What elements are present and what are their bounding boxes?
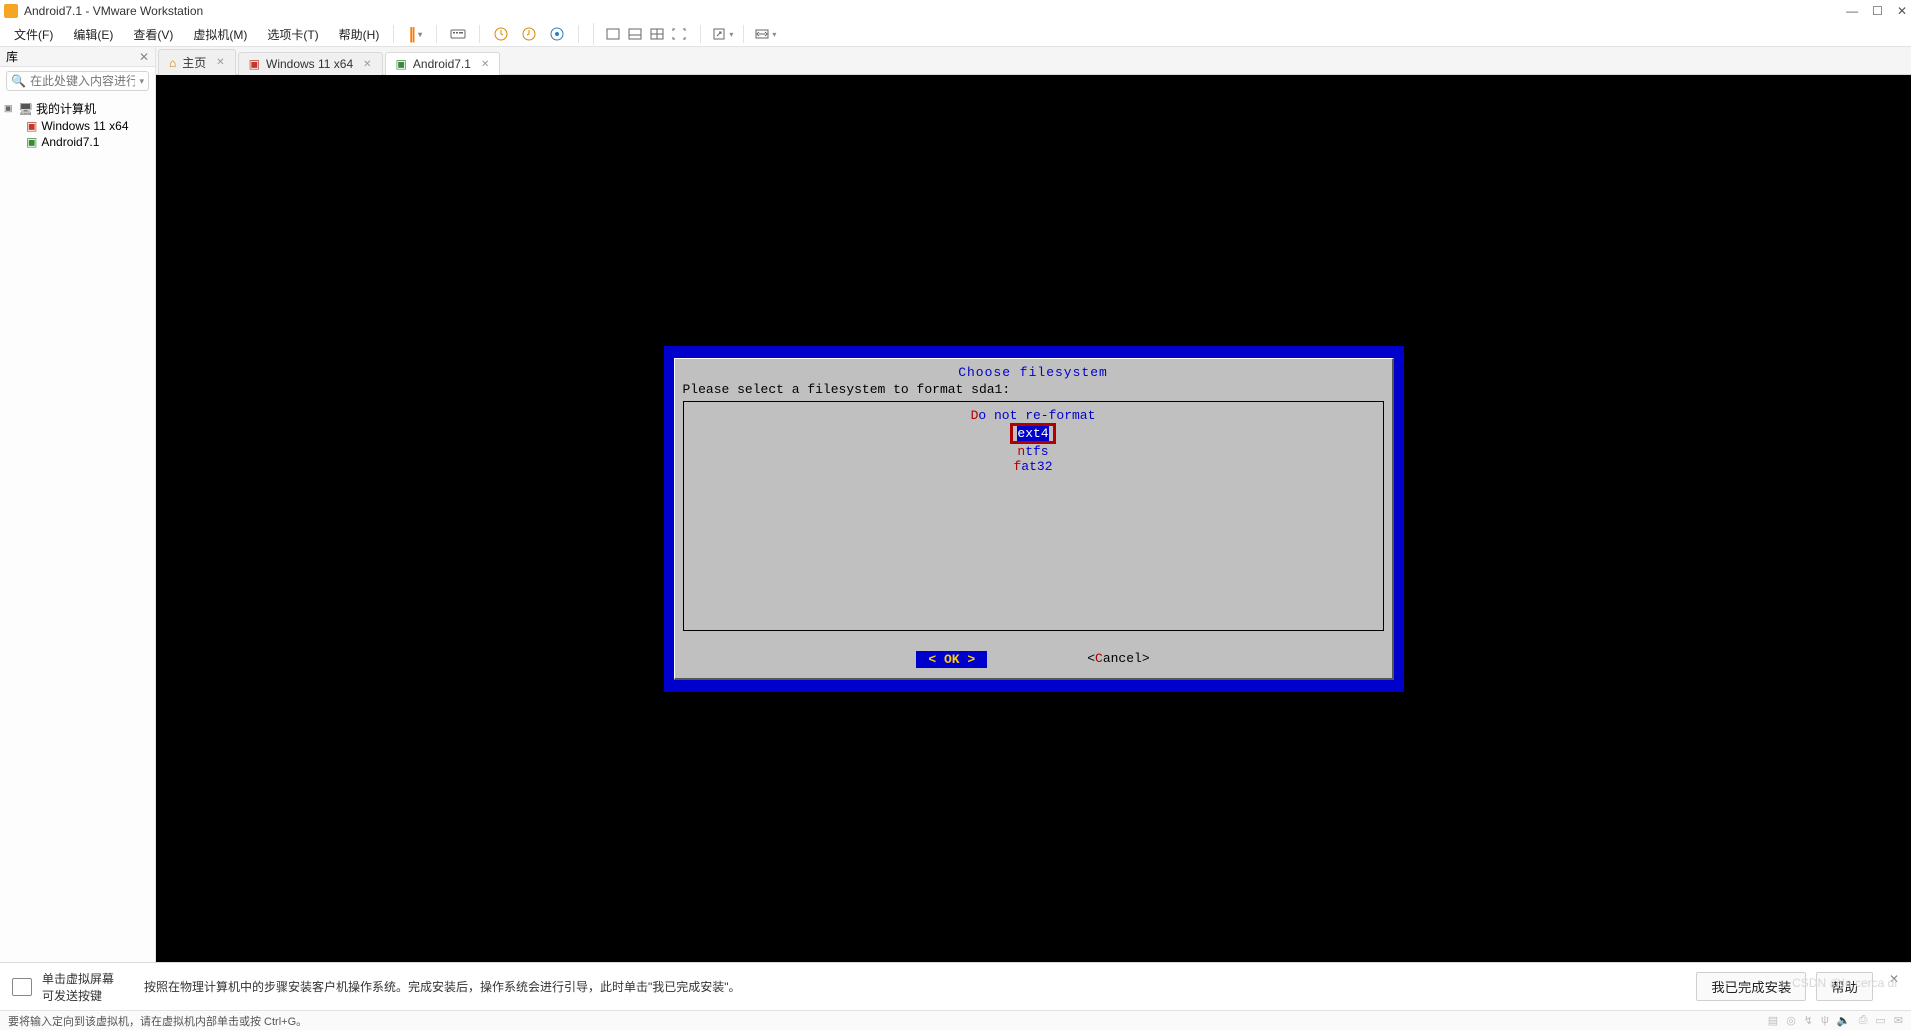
minimize-button[interactable]: —	[1846, 4, 1858, 18]
tab-strip: ⌂ 主页 ✕ ▣ Windows 11 x64 ✕ ▣ Android7.1 ✕	[156, 47, 1911, 75]
tree-item-label: Windows 11 x64	[41, 119, 128, 133]
menu-view[interactable]: 查看(V)	[123, 23, 183, 46]
tab-label: 主页	[182, 54, 206, 71]
library-search[interactable]: 🔍 ▾	[6, 71, 149, 91]
vm-icon: ▣	[26, 119, 37, 133]
library-pane: 库 ✕ 🔍 ▾ ▣ 🖥 我的计算机 ▣ Windows 11 x64 ▣ And…	[0, 47, 156, 962]
net-icon[interactable]: ↯	[1804, 1014, 1813, 1027]
status-text: 要将输入定向到该虚拟机，请在虚拟机内部单击或按 Ctrl+G。	[8, 1013, 307, 1029]
clock-back-icon	[493, 26, 509, 42]
tab-close-button[interactable]: ✕	[216, 57, 224, 68]
search-icon: 🔍	[11, 74, 26, 88]
statusbar: 要将输入定向到该虚拟机，请在虚拟机内部单击或按 Ctrl+G。 ▤ ◎ ↯ ψ …	[0, 1010, 1911, 1030]
menu-help[interactable]: 帮助(H)	[329, 23, 390, 46]
dialog-prompt: Please select a filesystem to format sda…	[683, 382, 1384, 397]
ok-button[interactable]: < OK >	[916, 651, 987, 668]
maximize-button[interactable]: ☐	[1872, 4, 1883, 18]
display-icon[interactable]: ▭	[1875, 1014, 1885, 1027]
dialog-options: Do not re-format ext4 ntfs fat32	[683, 401, 1384, 631]
tab-label: Android7.1	[413, 57, 471, 71]
clock-forward-icon	[521, 26, 537, 42]
cancel-button[interactable]: <Cancel>	[1087, 651, 1149, 668]
snapshot-icon	[549, 26, 565, 42]
option-ext4[interactable]: ext4	[1010, 423, 1055, 444]
menu-tab[interactable]: 选项卡(T)	[257, 23, 328, 46]
library-search-input[interactable]	[30, 74, 136, 88]
keyboard-icon	[450, 26, 466, 42]
window-title: Android7.1 - VMware Workstation	[24, 4, 203, 18]
library-title: 库	[6, 48, 18, 65]
monitor-icon: 🖥	[18, 102, 32, 116]
option-ntfs[interactable]: ntfs	[1015, 444, 1050, 459]
menubar: 文件(F) 编辑(E) 查看(V) 虚拟机(M) 选项卡(T) 帮助(H) ∥▾…	[0, 22, 1911, 47]
menu-edit[interactable]: 编辑(E)	[63, 23, 123, 46]
snapshot-forward-button[interactable]	[518, 23, 540, 45]
cd-icon[interactable]: ◎	[1786, 1014, 1796, 1027]
stretch-button[interactable]: ▾	[754, 23, 776, 45]
tree-item-label: Android7.1	[41, 135, 99, 149]
layout-bottom-button[interactable]	[624, 23, 646, 45]
vm-icon: ▣	[249, 57, 260, 71]
layout-fullscreen-button[interactable]	[668, 23, 690, 45]
close-button[interactable]: ✕	[1897, 4, 1907, 18]
tree-item-android71[interactable]: ▣ Android7.1	[26, 134, 153, 150]
menu-vm[interactable]: 虚拟机(M)	[183, 23, 257, 46]
titlebar: Android7.1 - VMware Workstation — ☐ ✕	[0, 0, 1911, 22]
send-ctrl-alt-del-button[interactable]	[447, 23, 469, 45]
vm-icon: ▣	[396, 57, 407, 71]
library-tree: ▣ 🖥 我的计算机 ▣ Windows 11 x64 ▣ Android7.1	[0, 95, 155, 154]
vm-icon: ▣	[26, 135, 37, 149]
tab-close-button[interactable]: ✕	[363, 59, 371, 70]
tab-windows11[interactable]: ▣ Windows 11 x64 ✕	[238, 52, 383, 75]
install-hint-line1: 单击虚拟屏幕	[42, 970, 114, 987]
snapshot-manager-button[interactable]	[546, 23, 568, 45]
message-icon[interactable]: ✉	[1894, 1014, 1903, 1027]
tab-android71[interactable]: ▣ Android7.1 ✕	[385, 52, 501, 75]
screen-icon	[12, 978, 32, 996]
installer-dialog: Choose filesystem Please select a filesy…	[674, 358, 1394, 680]
snapshot-back-button[interactable]	[490, 23, 512, 45]
sound-icon[interactable]: 🔈	[1837, 1014, 1851, 1027]
pause-button[interactable]: ∥▾	[404, 23, 426, 45]
home-icon: ⌂	[169, 56, 176, 70]
installer-outer: Choose filesystem Please select a filesy…	[664, 346, 1404, 692]
finished-install-button[interactable]: 我已完成安装	[1696, 972, 1806, 1001]
dialog-title: Choose filesystem	[683, 365, 1384, 380]
install-message: 按照在物理计算机中的步骤安装客户机操作系统。完成安装后，操作系统会进行引导，此时…	[144, 978, 741, 995]
status-device-icons: ▤ ◎ ↯ ψ 🔈 ⎙ ▭ ✉	[1768, 1014, 1903, 1027]
install-bar: 单击虚拟屏幕 可发送按键 按照在物理计算机中的步骤安装客户机操作系统。完成安装后…	[0, 962, 1911, 1010]
option-fat32[interactable]: fat32	[1011, 459, 1054, 474]
search-dropdown-icon[interactable]: ▾	[139, 76, 144, 87]
install-hint-line2: 可发送按键	[42, 987, 114, 1004]
hdd-icon[interactable]: ▤	[1768, 1014, 1778, 1027]
tab-home[interactable]: ⌂ 主页 ✕	[158, 49, 236, 75]
usb-icon[interactable]: ψ	[1821, 1014, 1829, 1027]
tree-root-my-computer[interactable]: ▣ 🖥 我的计算机	[2, 99, 153, 118]
unity-button[interactable]: ▾	[711, 23, 733, 45]
printer-icon[interactable]: ⎙	[1859, 1014, 1868, 1027]
tab-close-button[interactable]: ✕	[481, 59, 489, 70]
install-bar-close[interactable]: ✕	[1889, 972, 1899, 1001]
menu-file[interactable]: 文件(F)	[4, 23, 63, 46]
tree-root-label: 我的计算机	[36, 100, 96, 117]
tree-item-windows11[interactable]: ▣ Windows 11 x64	[26, 118, 153, 134]
app-icon	[4, 4, 18, 18]
option-do-not-reformat[interactable]: Do not re-format	[969, 408, 1098, 423]
layout-grid-button[interactable]	[646, 23, 668, 45]
library-close-button[interactable]: ✕	[139, 50, 149, 64]
tab-label: Windows 11 x64	[266, 57, 353, 71]
help-button[interactable]: 帮助	[1816, 972, 1873, 1001]
tree-expander[interactable]: ▣	[4, 103, 14, 114]
layout-single-button[interactable]	[602, 23, 624, 45]
guest-display[interactable]: Choose filesystem Please select a filesy…	[156, 75, 1911, 962]
